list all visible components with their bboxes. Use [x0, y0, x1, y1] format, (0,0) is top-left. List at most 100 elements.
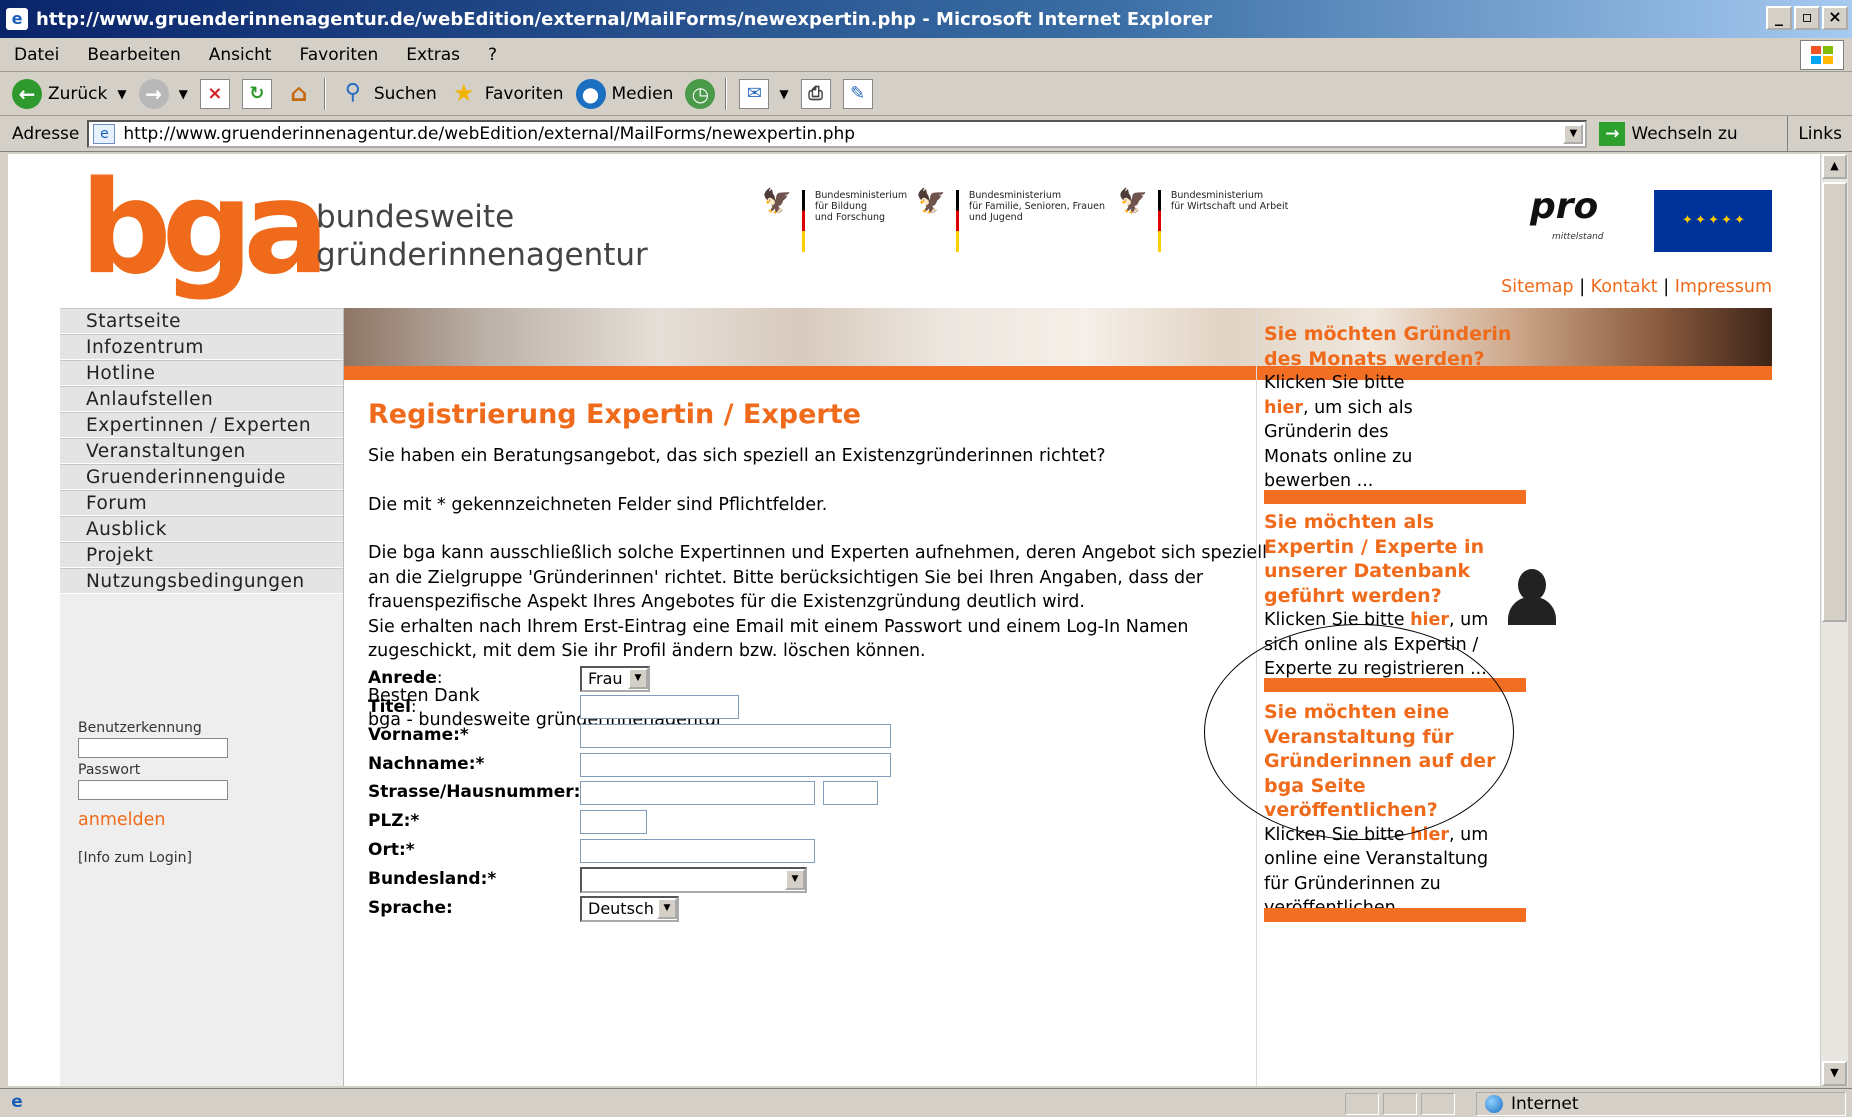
promo-text: Klicken Sie bitte hier, um sich als Grün… [1264, 373, 1413, 491]
mail-button[interactable]: ✉ ▼ [739, 78, 789, 109]
go-button[interactable]: → Wechseln zu [1599, 121, 1738, 146]
forward-button[interactable]: → ▼ [138, 78, 188, 109]
close-button[interactable]: × [1822, 6, 1848, 30]
refresh-button[interactable]: ↻ [241, 78, 272, 109]
bga-logo[interactable]: bga bundesweite gründerinnenagentur [80, 165, 648, 293]
forward-dropdown-icon[interactable]: ▼ [179, 87, 188, 101]
star-icon: ★ [453, 78, 475, 107]
nav-item-startseite[interactable]: Startseite [60, 308, 343, 334]
ministry-line: und Jugend [968, 212, 1023, 223]
intro-question: Sie haben ein Beratungsangebot, das sich… [368, 446, 1106, 466]
menu-datei[interactable]: Datei [0, 45, 73, 65]
password-label: Passwort [78, 762, 141, 778]
menu-help[interactable]: ? [474, 45, 511, 65]
bundesland-select[interactable]: ▼ [580, 867, 807, 893]
nav-item-veranstaltungen[interactable]: Veranstaltungen [60, 438, 343, 464]
home-button[interactable]: ⌂ [284, 79, 314, 109]
main-content: Registrierung Expertin / Experte Sie hab… [368, 394, 1288, 757]
required-note: Die mit * gekennzeichneten Felder sind P… [368, 494, 828, 515]
favorites-button[interactable]: ★ Favoriten [449, 78, 563, 109]
mail-icon: ✉ [739, 78, 770, 109]
hausnummer-field[interactable] [823, 781, 878, 805]
address-label: Adresse [12, 123, 80, 144]
form-label-plz: PLZ:* [368, 811, 420, 831]
ie-page-icon: e [6, 8, 28, 30]
link-separator: | [1663, 277, 1670, 297]
ministry-bmwa-logo[interactable]: 🦅 Bundesministerium für Wirtschaft und A… [1118, 187, 1289, 252]
nav-item-infozentrum[interactable]: Infozentrum [60, 334, 343, 360]
sprache-select[interactable]: Deutsch ▼ [580, 896, 679, 922]
nav-item-projekt[interactable]: Projekt [60, 542, 343, 568]
window-controls: _ ▫ × [1766, 6, 1848, 30]
ministry-bmfsfj-text: Bundesministerium für Familie, Senioren,… [969, 190, 1105, 223]
toolbar-separator [725, 77, 728, 110]
back-button[interactable]: ← Zurück ▼ [12, 78, 127, 109]
login-info-link[interactable]: [Info zum Login] [78, 850, 228, 866]
minimize-button[interactable]: _ [1766, 6, 1792, 30]
address-dropdown-icon[interactable]: ▼ [1563, 123, 1584, 144]
media-globe-icon: ● [575, 78, 606, 109]
info-paragraph: Die bga kann ausschließlich solche Exper… [368, 541, 1288, 664]
username-field[interactable] [78, 738, 228, 758]
menu-extras[interactable]: Extras [392, 45, 474, 65]
pro-mittelstand-logo[interactable]: pro mittelstand [1530, 189, 1604, 243]
vertical-scrollbar[interactable]: ▲ ▼ [1820, 154, 1848, 1086]
kontakt-link[interactable]: Kontakt [1591, 277, 1658, 297]
promo-link-hier[interactable]: hier [1410, 610, 1449, 630]
nav-item-gruenderinnenguide[interactable]: Gruenderinnenguide [60, 464, 343, 490]
scroll-thumb[interactable] [1822, 182, 1847, 622]
nav-item-ausblick[interactable]: Ausblick [60, 516, 343, 542]
menu-ansicht[interactable]: Ansicht [195, 45, 286, 65]
nav-item-nutzungsbedingungen[interactable]: Nutzungsbedingungen [60, 568, 343, 594]
plz-field[interactable] [580, 810, 647, 834]
nachname-field[interactable] [580, 753, 891, 777]
federal-eagle-icon: 🦅 [762, 187, 792, 215]
sitemap-link[interactable]: Sitemap [1501, 277, 1573, 297]
nav-item-hotline[interactable]: Hotline [60, 360, 343, 386]
search-button[interactable]: ⚲ Suchen [338, 79, 437, 109]
history-icon: ◷ [685, 78, 716, 109]
history-button[interactable]: ◷ [685, 78, 716, 109]
ort-field[interactable] [580, 839, 815, 863]
print-button[interactable]: ⎙ [800, 78, 831, 109]
internet-globe-icon [1485, 1095, 1503, 1113]
vorname-field[interactable] [580, 724, 891, 748]
links-button[interactable]: Links [1787, 116, 1852, 152]
ministry-bmbf-logo[interactable]: 🦅 Bundesministerium für Bildung und Fors… [762, 187, 907, 252]
ministry-line: und Forschung [814, 212, 886, 223]
form-label-sprache: Sprache: [368, 898, 453, 918]
form-label-titel: Titel: [368, 697, 417, 717]
mail-dropdown-icon[interactable]: ▼ [779, 87, 788, 101]
go-label: Wechseln zu [1631, 123, 1738, 144]
scroll-up-icon[interactable]: ▲ [1822, 154, 1847, 179]
anrede-select[interactable]: Frau ▼ [580, 666, 650, 692]
titel-field[interactable] [580, 695, 739, 719]
back-label: Zurück [48, 83, 108, 104]
login-box: Benutzerkennung Passwort anmelden [Info … [78, 720, 228, 866]
edit-button[interactable]: ✎ [842, 78, 873, 109]
nav-item-forum[interactable]: Forum [60, 490, 343, 516]
menu-bearbeiten[interactable]: Bearbeiten [73, 45, 194, 65]
media-button[interactable]: ● Medien [575, 78, 673, 109]
password-field[interactable] [78, 780, 228, 800]
search-icon: ⚲ [344, 79, 361, 105]
ministry-bmfsfj-logo[interactable]: 🦅 Bundesministerium für Familie, Seniore… [916, 189, 1105, 252]
promo-link-hier[interactable]: hier [1264, 398, 1303, 418]
login-link[interactable]: anmelden [78, 810, 228, 830]
status-cell [1421, 1093, 1455, 1115]
scroll-down-icon[interactable]: ▼ [1822, 1061, 1847, 1086]
nav-item-expertinnen[interactable]: Expertinnen / Experten [60, 412, 343, 438]
forward-arrow-icon: → [138, 78, 169, 109]
home-icon: ⌂ [290, 78, 308, 107]
maximize-button[interactable]: ▫ [1794, 6, 1820, 30]
menu-favoriten[interactable]: Favoriten [286, 45, 393, 65]
nav-item-anlaufstellen[interactable]: Anlaufstellen [60, 386, 343, 412]
stop-button[interactable]: × [199, 78, 230, 109]
strasse-field[interactable] [580, 781, 815, 805]
ministry-line: für Wirtschaft und Arbeit [1170, 201, 1289, 212]
federal-eagle-icon: 🦅 [1118, 187, 1148, 215]
back-dropdown-icon[interactable]: ▼ [117, 87, 126, 101]
status-cell [1383, 1093, 1417, 1115]
address-input[interactable]: e http://www.gruenderinnenagentur.de/web… [87, 119, 1588, 148]
impressum-link[interactable]: Impressum [1675, 277, 1772, 297]
